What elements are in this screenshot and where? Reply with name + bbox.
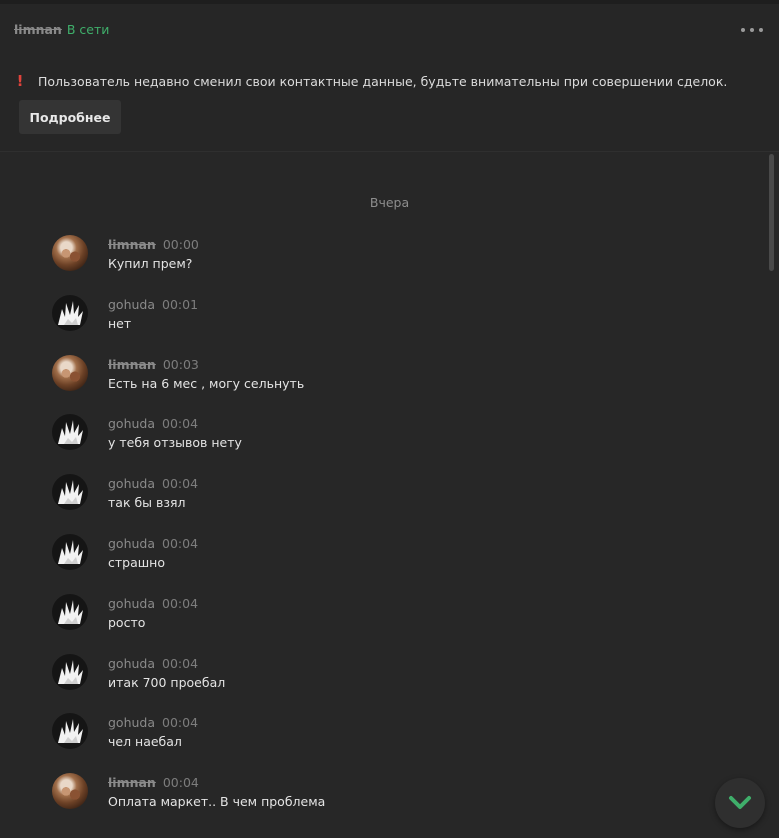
- message-meta: gohuda 00:04: [108, 536, 198, 552]
- message-text: Купил прем?: [108, 256, 193, 271]
- date-separator: Вчера: [369, 195, 410, 210]
- message-item: gohuda 00:04 у тебя отзывов нету: [52, 414, 732, 458]
- message-list: Вчера limnan 00:00 Купил прем? gohuda 00:01 н…: [0, 152, 779, 838]
- message-meta: limnan 00:03: [108, 357, 199, 373]
- message-meta: gohuda 00:04: [108, 416, 198, 432]
- message-time: 00:04: [162, 715, 199, 730]
- message-text: у тебя отзывов нету: [108, 435, 242, 450]
- message-meta: gohuda 00:01: [108, 297, 198, 313]
- message-text: итак 700 проебал: [108, 675, 226, 690]
- message-author[interactable]: limnan: [108, 237, 156, 253]
- avatar[interactable]: [52, 414, 88, 450]
- message-time: 00:04: [162, 476, 199, 491]
- message-meta: gohuda 00:04: [108, 715, 198, 731]
- avatar[interactable]: [52, 594, 88, 630]
- details-button[interactable]: Подробнее: [19, 100, 121, 134]
- warning-text: Пользователь недавно сменил свои контакт…: [38, 73, 728, 89]
- avatar[interactable]: [52, 355, 88, 391]
- message-text: так бы взял: [108, 495, 186, 510]
- message-author[interactable]: gohuda: [108, 596, 155, 612]
- message-time: 00:04: [162, 536, 199, 551]
- message-text: росто: [108, 615, 146, 630]
- avatar[interactable]: [52, 474, 88, 510]
- message-meta: gohuda 00:04: [108, 476, 198, 492]
- avatar[interactable]: [52, 654, 88, 690]
- message-meta: limnan 00:00: [108, 237, 199, 253]
- partner-username[interactable]: limnan: [14, 22, 62, 38]
- message-author[interactable]: gohuda: [108, 536, 155, 552]
- message-item: limnan 00:00 Купил прем?: [52, 235, 732, 279]
- message-author[interactable]: limnan: [108, 357, 156, 373]
- chat-header: limnan В сети ! Пользователь недавно сме…: [0, 4, 779, 152]
- message-item: gohuda 00:01 нет: [52, 295, 732, 339]
- message-item: gohuda 00:04 так бы взял: [52, 474, 732, 518]
- exclamation-icon: !: [16, 72, 24, 90]
- message-meta: limnan 00:04: [108, 775, 199, 791]
- message-time: 00:01: [162, 297, 199, 312]
- scroll-down-button[interactable]: [715, 778, 765, 828]
- message-author[interactable]: gohuda: [108, 297, 155, 313]
- message-author[interactable]: gohuda: [108, 416, 155, 432]
- avatar[interactable]: [52, 295, 88, 331]
- message-time: 00:00: [162, 237, 199, 252]
- more-options-button[interactable]: [741, 22, 763, 38]
- message-time: 00:04: [162, 775, 199, 790]
- message-item: gohuda 00:04 чел наебал: [52, 713, 732, 757]
- message-text: чел наебал: [108, 734, 182, 749]
- online-status: В сети: [66, 22, 110, 37]
- message-time: 00:03: [162, 357, 199, 372]
- avatar[interactable]: [52, 713, 88, 749]
- message-item: limnan 00:03 Есть на 6 мес , могу сельнуть: [52, 355, 732, 399]
- message-time: 00:04: [162, 596, 199, 611]
- message-meta: gohuda 00:04: [108, 656, 198, 672]
- message-text: нет: [108, 316, 132, 331]
- message-author[interactable]: gohuda: [108, 656, 155, 672]
- chat-partner: limnan В сети: [14, 22, 109, 38]
- avatar[interactable]: [52, 534, 88, 570]
- message-item: limnan 00:04 Оплата маркет.. В чем проблем…: [52, 773, 732, 817]
- more-horizontal-icon: [741, 28, 745, 32]
- message-time: 00:04: [162, 416, 199, 431]
- message-text: Есть на 6 мес , могу сельнуть: [108, 376, 305, 391]
- avatar[interactable]: [52, 235, 88, 271]
- message-time: 00:04: [162, 656, 199, 671]
- message-text: страшно: [108, 555, 166, 570]
- contact-change-warning: ! Пользователь недавно сменил свои конта…: [16, 72, 763, 90]
- avatar[interactable]: [52, 773, 88, 809]
- message-meta: gohuda 00:04: [108, 596, 198, 612]
- message-author[interactable]: gohuda: [108, 715, 155, 731]
- message-item: gohuda 00:04 росто: [52, 594, 732, 638]
- message-item: gohuda 00:04 итак 700 проебал: [52, 654, 732, 698]
- message-text: Оплата маркет.. В чем проблема: [108, 794, 326, 809]
- chevron-down-icon: [729, 796, 751, 809]
- message-author[interactable]: gohuda: [108, 476, 155, 492]
- chat-window: limnan В сети ! Пользователь недавно сме…: [0, 0, 779, 838]
- message-author[interactable]: limnan: [108, 775, 156, 791]
- message-item: gohuda 00:04 страшно: [52, 534, 732, 578]
